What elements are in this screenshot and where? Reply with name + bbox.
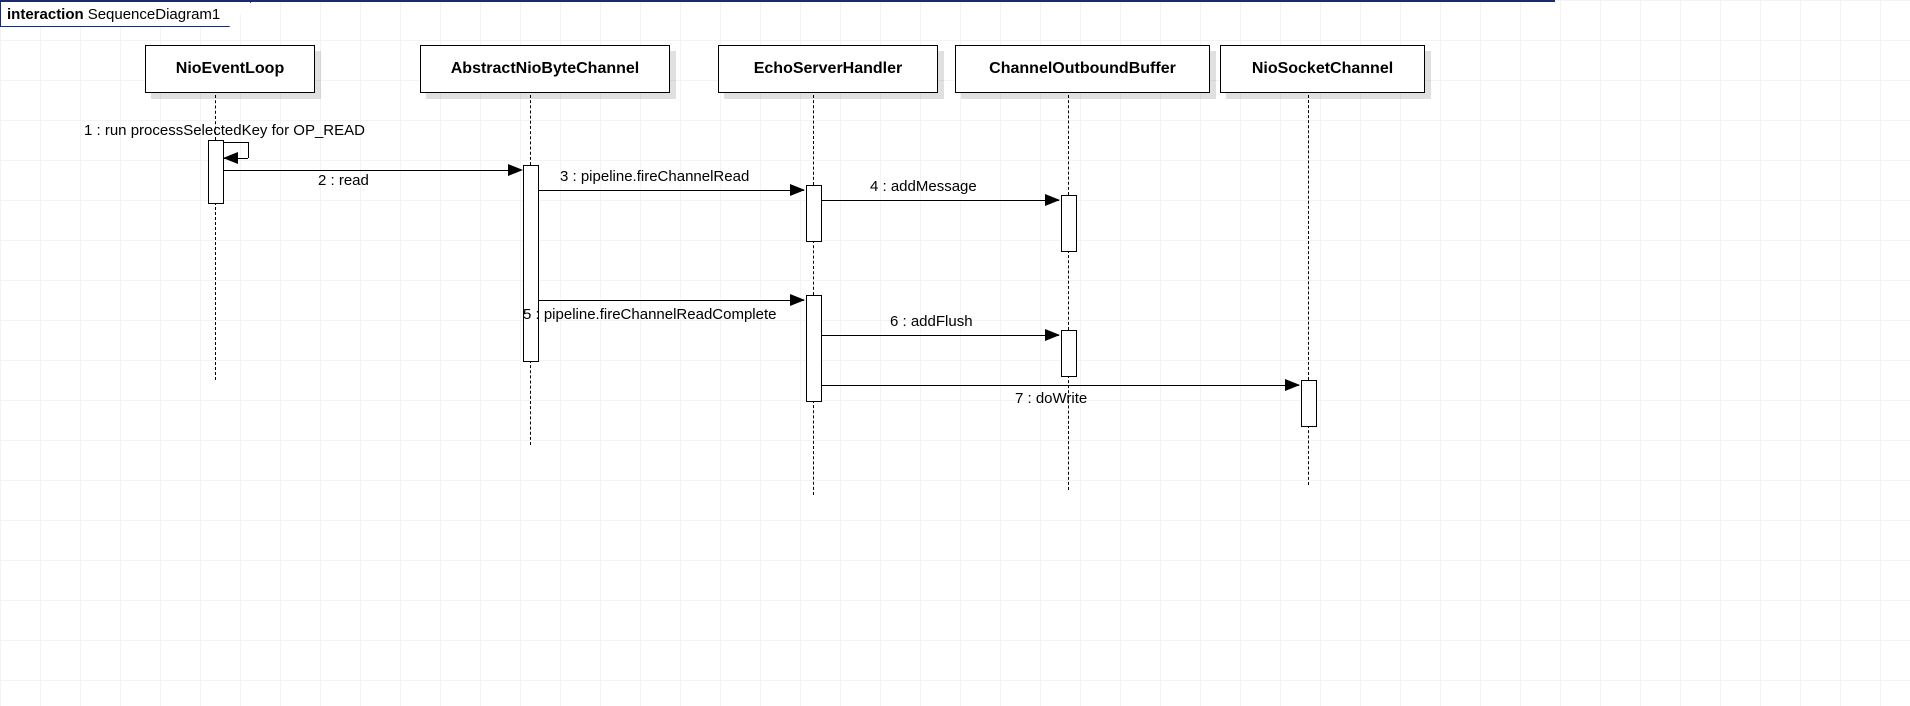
interaction-frame-border: [0, 0, 1555, 2]
lifeline-p3-c: [813, 400, 814, 495]
activation-p3-a: [806, 185, 822, 242]
activation-p2: [523, 165, 539, 362]
msg-4-label: 4 : addMessage: [870, 178, 977, 195]
lifeline-p1-b: [215, 202, 216, 380]
msg-2-arrow: [508, 164, 523, 176]
frame-kind: interaction: [7, 6, 84, 23]
msg-6-label: 6 : addFlush: [890, 313, 973, 330]
lifeline-p3-b: [813, 240, 814, 295]
msg-3-line: [538, 190, 804, 191]
msg-3-label: 3 : pipeline.fireChannelRead: [560, 168, 749, 185]
lifeline-p4-b: [1068, 250, 1069, 330]
msg-6-line: [821, 335, 1059, 336]
sequence-diagram: interaction SequenceDiagram1 NioEventLoo…: [0, 0, 1910, 706]
activation-p1: [208, 140, 224, 204]
participant-channeloutboundbuffer: ChannelOutboundBuffer: [955, 45, 1210, 93]
lifeline-p5-b: [1308, 425, 1309, 485]
interaction-frame-tab: interaction SequenceDiagram1: [0, 2, 251, 27]
lifeline-p2-a: [530, 95, 531, 165]
activation-p4-a: [1061, 195, 1077, 252]
lifeline-p4-a: [1068, 95, 1069, 195]
lifeline-p5-a: [1308, 95, 1309, 380]
participant-nioeventloop: NioEventLoop: [145, 45, 315, 93]
msg-4-line: [821, 200, 1059, 201]
msg-1-label: 1 : run processSelectedKey for OP_READ: [84, 122, 365, 139]
msg-2-label: 2 : read: [318, 172, 369, 189]
participant-niosocketchannel: NioSocketChannel: [1220, 45, 1425, 93]
msg-5-arrow: [790, 294, 805, 306]
activation-p5: [1301, 380, 1317, 427]
lifeline-p3-a: [813, 95, 814, 185]
participant-echoserverhandler: EchoServerHandler: [718, 45, 938, 93]
background-grid: [0, 0, 1910, 706]
msg-7-arrow: [1285, 379, 1300, 391]
frame-title: SequenceDiagram1: [88, 6, 221, 23]
lifeline-p2-b: [530, 360, 531, 445]
msg-1-seg-top: [223, 142, 248, 143]
msg-5-label: 5 : pipeline.fireChannelReadComplete: [523, 306, 777, 323]
msg-3-arrow: [790, 184, 805, 196]
activation-p4-b: [1061, 330, 1077, 377]
msg-2-line: [223, 170, 521, 171]
activation-p3-b: [806, 295, 822, 402]
msg-7-line: [821, 385, 1299, 386]
msg-7-label: 7 : doWrite: [1015, 390, 1087, 407]
participant-abstractniobytechannel: AbstractNioByteChannel: [420, 45, 670, 93]
msg-6-arrow: [1045, 329, 1060, 341]
msg-4-arrow: [1045, 194, 1060, 206]
msg-5-line: [538, 300, 804, 301]
msg-1-arrow: [223, 152, 238, 164]
msg-1-seg-down: [248, 142, 249, 158]
